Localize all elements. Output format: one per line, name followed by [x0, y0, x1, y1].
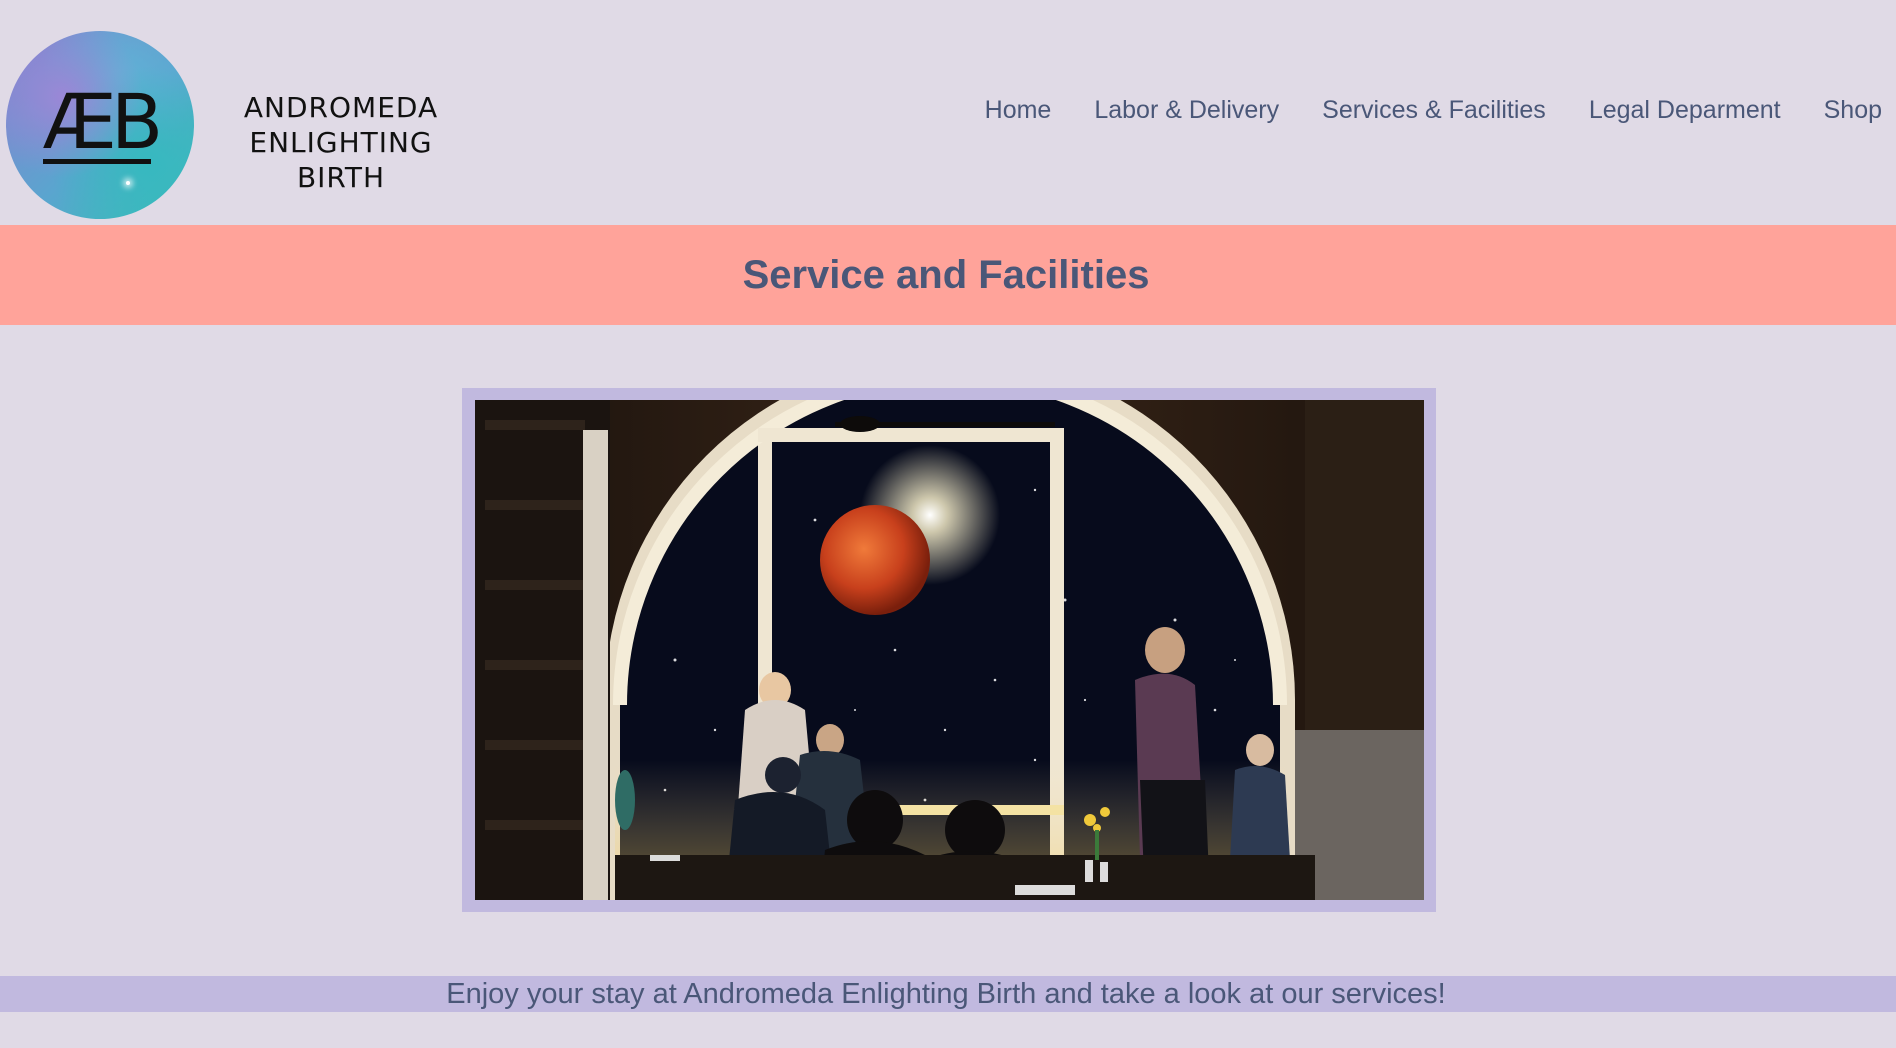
nav-labor-delivery[interactable]: Labor & Delivery: [1094, 96, 1279, 125]
nav-legal-department[interactable]: Legal Deparment: [1589, 96, 1781, 125]
nav-home[interactable]: Home: [985, 96, 1052, 125]
welcome-message: Enjoy your stay at Andromeda Enlighting …: [446, 977, 1446, 1010]
restaurant-window-illustration: [475, 400, 1424, 900]
welcome-strip: Enjoy your stay at Andromeda Enlighting …: [0, 976, 1896, 1012]
logo-badge[interactable]: ÆB: [6, 31, 194, 219]
feature-image-frame: [462, 388, 1436, 912]
logo-wordmark[interactable]: ANDROMEDA ENLIGHTING BIRTH: [218, 90, 464, 195]
feature-image: [475, 400, 1424, 900]
logo-name-line1: ANDROMEDA: [243, 91, 439, 124]
nav-services-facilities[interactable]: Services & Facilities: [1322, 96, 1546, 125]
main-nav: Home Labor & Delivery Services & Facilit…: [942, 96, 1882, 125]
site-header: ÆB ANDROMEDA ENLIGHTING BIRTH Home Labor…: [0, 0, 1896, 225]
page-title: Service and Facilities: [742, 252, 1150, 297]
logo-mark: ÆB: [42, 77, 163, 166]
logo-name-line2: ENLIGHTING BIRTH: [249, 126, 433, 194]
nav-shop[interactable]: Shop: [1824, 96, 1882, 125]
title-banner: Service and Facilities: [0, 225, 1896, 325]
